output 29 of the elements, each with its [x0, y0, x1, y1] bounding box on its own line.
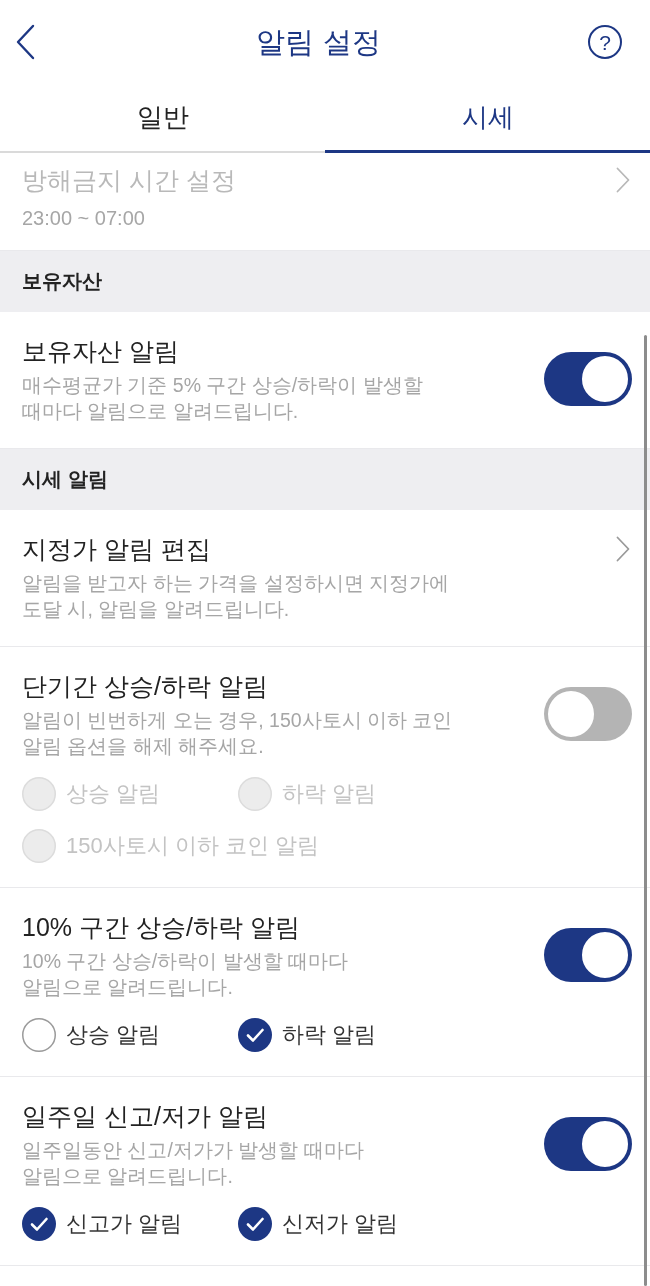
setting-description: 알림이 빈번하게 오는 경우, 150사토시 이하 코인 알림 옵션을 해제 해주세요.	[22, 708, 454, 759]
setting-title: 일주일 신고/저가 알림	[22, 1101, 268, 1132]
setting-description: 알림을 받고자 하는 가격을 설정하시면 지정가에 도달 시, 알림을 알려드립니다.	[22, 571, 451, 622]
checkmark-circle-icon[interactable]	[238, 1018, 272, 1052]
setting-title: 보유자산 알림	[22, 336, 179, 367]
toggle-switch[interactable]	[544, 1117, 632, 1171]
setting-description: 매수평균가 기준 5% 구간 상승/하락이 발생할 때마다 알림으로 알려드립니다.	[22, 373, 424, 424]
checkmark-circle-icon[interactable]	[22, 1207, 56, 1241]
toggle-switch[interactable]	[544, 687, 632, 741]
checkbox-option[interactable]: 신저가 알림	[238, 1207, 454, 1241]
setting-title[interactable]: 지정가 알림 편집	[22, 532, 211, 566]
setting-value: 23:00 ~ 07:00	[22, 206, 146, 231]
setting-title: 단기간 상승/하락 알림	[22, 671, 268, 702]
setting-description: 10% 구간 상승/하락이 발생할 때마다 알림으로 알려드립니다.	[22, 949, 350, 1000]
help-button[interactable]: ?	[588, 25, 622, 59]
section-header: 보유자산	[0, 251, 650, 312]
checkbox-option[interactable]: 신고가 알림	[22, 1207, 238, 1241]
section-header: 시세 알림	[0, 449, 650, 510]
chevron-left-icon[interactable]	[15, 24, 35, 60]
checkbox-option[interactable]: 하락 알림	[238, 1018, 454, 1052]
toggle-switch[interactable]	[544, 928, 632, 982]
page-title: 알림 설정	[256, 25, 381, 60]
chevron-right-icon[interactable]	[616, 536, 630, 562]
checkmark-circle-icon[interactable]	[238, 1207, 272, 1241]
circle-icon[interactable]	[22, 1018, 56, 1052]
checkbox-option[interactable]: 상승 알림	[22, 1018, 238, 1052]
setting-title: 10% 구간 상승/하락 알림	[22, 912, 300, 943]
setting-description: 일주일동안 신고/저가가 발생할 때마다 알림으로 알려드립니다.	[22, 1138, 365, 1189]
toggle-switch[interactable]	[544, 352, 632, 406]
